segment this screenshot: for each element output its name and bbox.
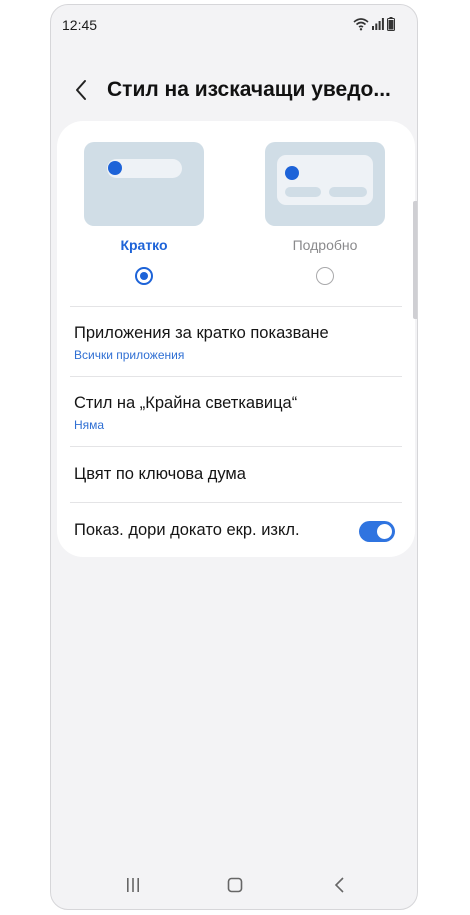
preview-bar — [285, 187, 321, 197]
brief-style-preview[interactable] — [84, 142, 204, 226]
back-nav-icon[interactable] — [333, 877, 347, 893]
detailed-radio[interactable] — [316, 267, 334, 285]
setting-title: Стил на „Крайна светкавица“ — [74, 394, 298, 412]
status-bar: 12:45 — [51, 5, 417, 45]
wifi-icon — [353, 18, 369, 31]
setting-item-edge-lighting-style[interactable]: Стил на „Крайна светкавица“ Няма — [57, 377, 415, 445]
detailed-style-preview[interactable] — [265, 142, 385, 226]
status-icons — [353, 17, 395, 31]
status-time: 12:45 — [62, 17, 98, 33]
preview-panel — [277, 155, 373, 205]
preview-bar — [329, 187, 367, 197]
page-title: Стил на изскачащи уведо... — [107, 78, 391, 101]
preview-dot — [108, 161, 122, 175]
option-label-brief: Кратко — [120, 237, 168, 253]
recent-apps-icon[interactable] — [125, 877, 141, 893]
scrollbar[interactable] — [413, 201, 417, 319]
preview-dot — [285, 166, 299, 180]
signal-icon — [372, 18, 384, 30]
home-icon[interactable] — [227, 877, 243, 893]
brief-radio[interactable] — [135, 267, 153, 285]
setting-item-keyword-color[interactable]: Цвят по ключова дума — [57, 447, 415, 503]
setting-item-brief-apps[interactable]: Приложения за кратко показване Всички пр… — [57, 307, 415, 375]
option-label-detailed: Подробно — [292, 237, 358, 253]
chevron-left-icon[interactable] — [71, 77, 93, 103]
settings-card: Кратко Подробно Приложения за кратко пок… — [57, 121, 415, 557]
setting-subtitle: Всички приложения — [74, 348, 185, 362]
show-screen-off-toggle[interactable] — [359, 521, 395, 542]
setting-title: Показ. дори докато екр. изкл. — [74, 521, 300, 539]
setting-title: Цвят по ключова дума — [74, 465, 246, 483]
setting-title: Приложения за кратко показване — [74, 324, 329, 342]
setting-subtitle: Няма — [74, 418, 105, 432]
phone-screen: 12:45 Стил на изскачащи уведо... Кратко … — [50, 4, 418, 910]
header: Стил на изскачащи уведо... — [51, 65, 417, 115]
battery-icon — [387, 17, 395, 31]
navigation-bar — [51, 873, 417, 903]
